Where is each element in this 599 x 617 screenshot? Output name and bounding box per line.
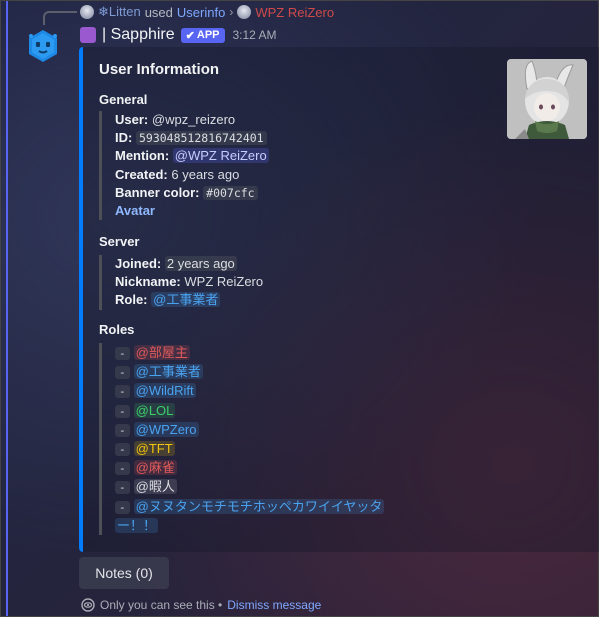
role-item: - @ヌヌタンモチモチホッペカワイイヤッタ (115, 497, 499, 516)
bot-avatar[interactable] (25, 28, 61, 64)
roles-blockquote: - @部屋主 - @工事業者 - @WildRift - @LOL - @WPZero -… (99, 343, 499, 535)
timestamp[interactable]: 3:12 AM (233, 28, 277, 42)
reply-spine (43, 11, 77, 25)
bot-username[interactable]: | Sapphire (102, 26, 175, 44)
bullet-dash: - (115, 385, 130, 399)
banner-color-value: #007cfc (203, 185, 258, 200)
app-badge: ✔ APP (180, 27, 225, 43)
created-label: Created: (115, 166, 168, 182)
role-item: - @WPZero (115, 420, 499, 439)
nickname-label: Nickname: (115, 274, 181, 290)
user-info-embed: User Information General User: @wpz_reiz… (79, 47, 599, 552)
reply-target-user[interactable]: WPZ ReiZero (255, 5, 334, 20)
role-row: Role: @工事業者 (115, 291, 499, 309)
role-item: - @麻雀 (115, 458, 499, 477)
bullet-dash: - (115, 423, 130, 437)
embed-title: User Information (99, 61, 220, 78)
role-mention[interactable]: @工事業者 (133, 364, 203, 380)
purple-square-icon (80, 27, 96, 43)
joined-value: 2 years ago (164, 256, 237, 271)
banner-color-label: Banner color: (115, 184, 200, 200)
role-mention[interactable]: @WildRift (133, 383, 196, 399)
server-heading: Server (99, 234, 140, 249)
blue-hexagon-bot-icon (29, 30, 57, 62)
role-item: - @暇人 (115, 477, 499, 496)
role-mention[interactable]: @部屋主 (133, 345, 190, 360)
bullet-dash: - (115, 481, 130, 495)
reply-context[interactable]: ❄Litten used Userinfo › WPZ ReiZero (80, 3, 334, 21)
reply-used-text: used (144, 4, 173, 20)
nickname-value: WPZ ReiZero (184, 274, 264, 290)
message-header: | Sapphire ✔ APP 3:12 AM (80, 25, 277, 45)
role-item: - @工事業者 (115, 362, 499, 381)
replied-user-avatar[interactable] (80, 5, 94, 19)
joined-label: Joined: (115, 256, 162, 271)
id-value: 593048512816742401 (135, 131, 267, 146)
roles-heading: Roles (99, 322, 135, 337)
anime-avatar-image (507, 59, 587, 139)
general-heading: General (99, 92, 148, 107)
role-mention[interactable]: @暇人 (133, 479, 177, 495)
avatar-row: Avatar (115, 202, 499, 220)
app-badge-label: APP (196, 29, 220, 41)
avatar-link[interactable]: Avatar (115, 203, 155, 218)
user-avatar-thumbnail[interactable] (507, 59, 587, 139)
bullet-dash: - (115, 462, 130, 476)
bullet-dash: - (115, 442, 130, 456)
highest-role-mention[interactable]: @工事業者 (151, 292, 221, 308)
user-value: @wpz_reizero (151, 112, 236, 127)
bullet-dash: - (115, 404, 130, 418)
bullet-dash: - (115, 500, 130, 514)
role-item: - @LOL (115, 401, 499, 420)
role-mention[interactable]: @麻雀 (133, 460, 177, 476)
role-mention[interactable]: @TFT (133, 440, 175, 456)
check-icon: ✔ (185, 29, 195, 42)
dismiss-message-link[interactable]: Dismiss message (227, 598, 321, 612)
message-highlight-bar (6, 1, 8, 616)
role-mention-continuation[interactable]: ー！！ (115, 517, 159, 533)
bullet-dash: - (115, 366, 130, 380)
bullet-dash: - (115, 347, 130, 360)
eye-icon (81, 598, 95, 612)
role-item: - @部屋主 (115, 343, 499, 362)
user-mention[interactable]: @WPZ ReiZero (172, 148, 269, 164)
role-item: - @WildRift (115, 381, 499, 400)
mention-row: Mention: @WPZ ReiZero (115, 147, 499, 165)
role-mention[interactable]: @WPZero (133, 421, 199, 437)
server-blockquote: Joined: 2 years ago Nickname: WPZ ReiZer… (99, 255, 499, 310)
joined-row: Joined: 2 years ago (115, 255, 499, 273)
user-row: User: @wpz_reizero (115, 111, 499, 129)
reply-command[interactable]: Userinfo (177, 5, 225, 20)
notes-button[interactable]: Notes (0) (79, 557, 169, 589)
role-item-wrap: ー！！ (115, 516, 499, 535)
ephemeral-text: Only you can see this • (100, 598, 223, 612)
target-user-avatar[interactable] (237, 5, 252, 19)
id-label: ID: (115, 130, 133, 146)
ephemeral-notice: Only you can see this • Dismiss message (81, 597, 321, 613)
nickname-row: Nickname: WPZ ReiZero (115, 273, 499, 291)
replied-username[interactable]: ❄Litten (98, 4, 141, 20)
role-mention[interactable]: @LOL (133, 402, 176, 418)
role-item: - @TFT (115, 439, 499, 458)
created-value: 6 years ago (171, 166, 240, 182)
chevron-right-icon: › (229, 5, 234, 19)
mention-label: Mention: (115, 148, 170, 164)
role-label: Role: (115, 292, 148, 308)
id-row: ID: 593048512816742401 (115, 129, 499, 147)
created-row: Created: 6 years ago (115, 166, 499, 184)
user-label: User: (115, 112, 149, 127)
banner-color-row: Banner color: #007cfc (115, 184, 499, 202)
general-blockquote: User: @wpz_reizero ID: 59304851281674240… (99, 111, 499, 221)
role-mention[interactable]: @ヌヌタンモチモチホッペカワイイヤッタ (133, 498, 385, 514)
